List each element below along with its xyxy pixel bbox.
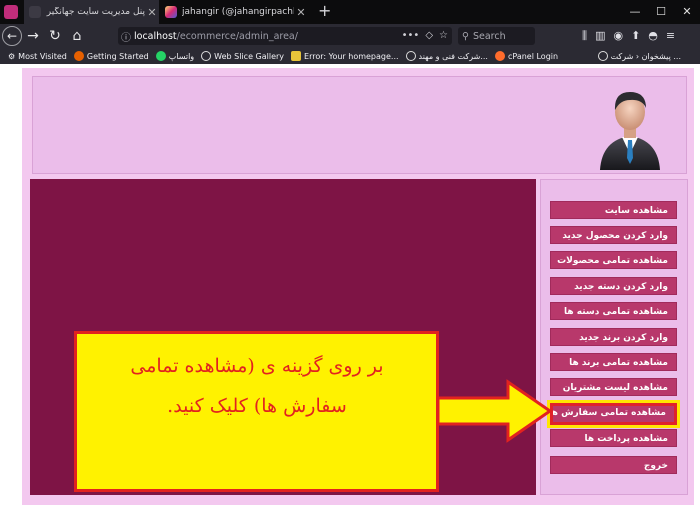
app-menu-icon[interactable] [4,5,18,19]
admin-header [32,76,687,174]
menu-item-add-product[interactable]: وارد کردن محصول جدید [550,226,677,244]
cpanel-icon [494,51,505,61]
search-icon: ⚲ [462,30,469,42]
menu-item-add-brand[interactable]: وارد کردن برند جدید [550,328,677,346]
globe-icon [201,51,212,61]
whatsapp-icon [155,51,166,61]
instruction-line-2: سفارش ها) کلیک کنید. [167,395,347,417]
menu-item-view-brands[interactable]: مشاهده تمامی برند ها [550,353,677,371]
site-info-icon[interactable]: ⓘ [118,29,134,44]
back-arrow-icon[interactable]: ← [2,26,22,46]
instruction-line-1: بر روی گزینه ی (مشاهده تمامی [130,355,384,377]
extension-icon[interactable]: ⬆ [631,27,640,45]
gear-icon: ⚙ [8,51,16,61]
bookmark-cpanel[interactable]: cPanel Login [494,51,558,61]
browser-nav-bar: ← → ↻ ⌂ ⓘ localhost/ecommerce/admin_area… [0,24,700,48]
mask-icon[interactable]: ◓ [648,27,658,45]
bookmark-most-visited[interactable]: ⚙ Most Visited [8,52,67,61]
page-actions-icon[interactable]: ••• [402,27,420,45]
bookmark-error-homepage[interactable]: Error: Your homepage... [291,51,399,61]
yoast-icon [291,51,302,61]
tab-label: پنل مدیریت سایت جهانگیر پچکم [46,7,145,17]
menu-item-add-category[interactable]: وارد کردن دسته جدید [550,277,677,295]
admin-avatar-icon [600,92,660,170]
new-tab-icon[interactable]: + [318,1,331,20]
menu-hamburger-icon[interactable]: ≡ [666,27,675,45]
menu-item-view-categories[interactable]: مشاهده تمامی دسته ها [550,302,677,320]
url-bar[interactable]: ⓘ localhost/ecommerce/admin_area/ ••• ◇ … [118,27,452,45]
browser-tab-bar: پنل مدیریت سایت جهانگیر پچکم ✕ jahangir … [0,0,700,24]
page-favicon [29,6,41,18]
maximize-icon[interactable]: ☐ [648,0,674,24]
globe-icon [405,51,416,61]
tab-label: jahangir (@jahangirpachkam) • Ins [182,7,294,17]
pointer-arrow-icon [436,379,553,443]
forward-arrow-icon[interactable]: → [22,28,44,44]
url-host: localhost [134,30,177,42]
close-window-icon[interactable]: ✕ [674,0,700,24]
search-placeholder: Search [472,30,506,42]
menu-item-logout[interactable]: خروج [550,456,677,474]
tab-instagram[interactable]: jahangir (@jahangirpachkam) • Ins ✕ [160,0,308,24]
menu-item-view-orders[interactable]: مشاهده تمامی سفارش ها [547,400,680,428]
window-controls: — ☐ ✕ [622,0,700,24]
account-icon[interactable]: ◉ [613,27,623,45]
menu-item-view-products[interactable]: مشاهده تمامی محصولات [550,251,677,269]
pocket-icon[interactable]: ◇ [425,27,433,45]
menu-item-view-payments[interactable]: مشاهده پرداخت ها [550,429,677,447]
bookmark-dashboard[interactable]: پیشخوان ‹ شرکت ... [597,51,681,61]
globe-icon [597,51,608,61]
minimize-icon[interactable]: — [622,0,648,24]
sidebar-toggle-icon[interactable]: ▥ [595,27,605,45]
url-path: /ecommerce/admin_area/ [176,30,298,42]
tab-close-icon[interactable]: ✕ [294,6,308,19]
menu-item-view-site[interactable]: مشاهده سایت [550,201,677,219]
firefox-icon [73,51,84,61]
bookmark-whatsapp[interactable]: واتساپ [155,51,194,61]
bookmark-getting-started[interactable]: Getting Started [73,51,149,61]
instagram-favicon [165,6,177,18]
bookmark-company[interactable]: شرکت فنی و مهند... [405,51,488,61]
library-icon[interactable]: ⫼ [582,27,587,45]
home-icon[interactable]: ⌂ [66,28,88,44]
search-box[interactable]: ⚲ Search [458,27,535,45]
bookmark-web-slice-gallery[interactable]: Web Slice Gallery [201,51,284,61]
bookmarks-bar: ⚙ Most Visited Getting Started واتساپ Web… [0,48,700,64]
instruction-text: بر روی گزینه ی (مشاهده تمامی سفارش ها) ک… [86,346,428,426]
bookmark-star-icon[interactable]: ☆ [439,27,448,45]
reload-icon[interactable]: ↻ [44,28,66,44]
menu-item-view-customers[interactable]: مشاهده لیست مشتریان [550,378,677,396]
tab-admin-panel[interactable]: پنل مدیریت سایت جهانگیر پچکم ✕ [24,0,159,24]
tab-close-icon[interactable]: ✕ [145,6,159,19]
